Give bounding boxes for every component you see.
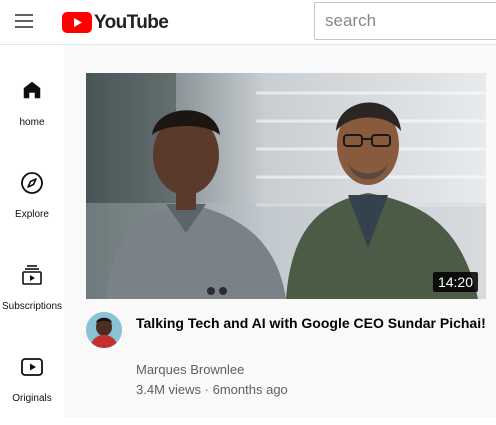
main-content: 14:20 Talking Tech and AI with Google CE… (64, 45, 496, 417)
avatar-image (86, 312, 122, 348)
sidebar-item-label: Subscriptions (1, 301, 63, 312)
sidebar-item-subscriptions[interactable]: Subscriptions (0, 263, 64, 333)
meta-separator: · (204, 382, 209, 397)
upload-age: 6months ago (212, 382, 288, 397)
channel-name[interactable]: Marques Brownlee (136, 362, 244, 377)
youtube-play-logo-icon (62, 11, 92, 33)
search-input[interactable] (314, 2, 496, 40)
home-icon (23, 81, 41, 99)
sidebar: home Explore Subscriptions Originals (0, 45, 64, 417)
top-header: YouTube (0, 0, 496, 45)
channel-avatar[interactable] (86, 312, 122, 348)
video-duration-badge: 14:20 (432, 272, 478, 292)
sidebar-item-label: home (19, 117, 45, 128)
video-thumbnail[interactable]: 14:20 (86, 73, 486, 299)
video-title[interactable]: Talking Tech and AI with Google CEO Sund… (136, 313, 486, 333)
compass-icon (21, 172, 43, 194)
sidebar-item-explore[interactable]: Explore (0, 171, 64, 241)
view-count: 3.4M views (136, 382, 202, 397)
video-metadata: 3.4M views · 6months ago (136, 382, 288, 397)
subscriptions-icon (22, 265, 42, 285)
logo-text: YouTube (94, 11, 169, 33)
sidebar-item-home[interactable]: home (0, 79, 64, 149)
sidebar-item-label: Originals (12, 393, 52, 404)
thumbnail-image (86, 73, 486, 299)
youtube-logo[interactable]: YouTube (62, 10, 169, 34)
hamburger-menu-icon[interactable] (12, 10, 36, 34)
sidebar-item-label: Explore (15, 209, 49, 220)
originals-icon (21, 358, 43, 376)
sidebar-item-originals[interactable]: Originals (0, 355, 64, 425)
